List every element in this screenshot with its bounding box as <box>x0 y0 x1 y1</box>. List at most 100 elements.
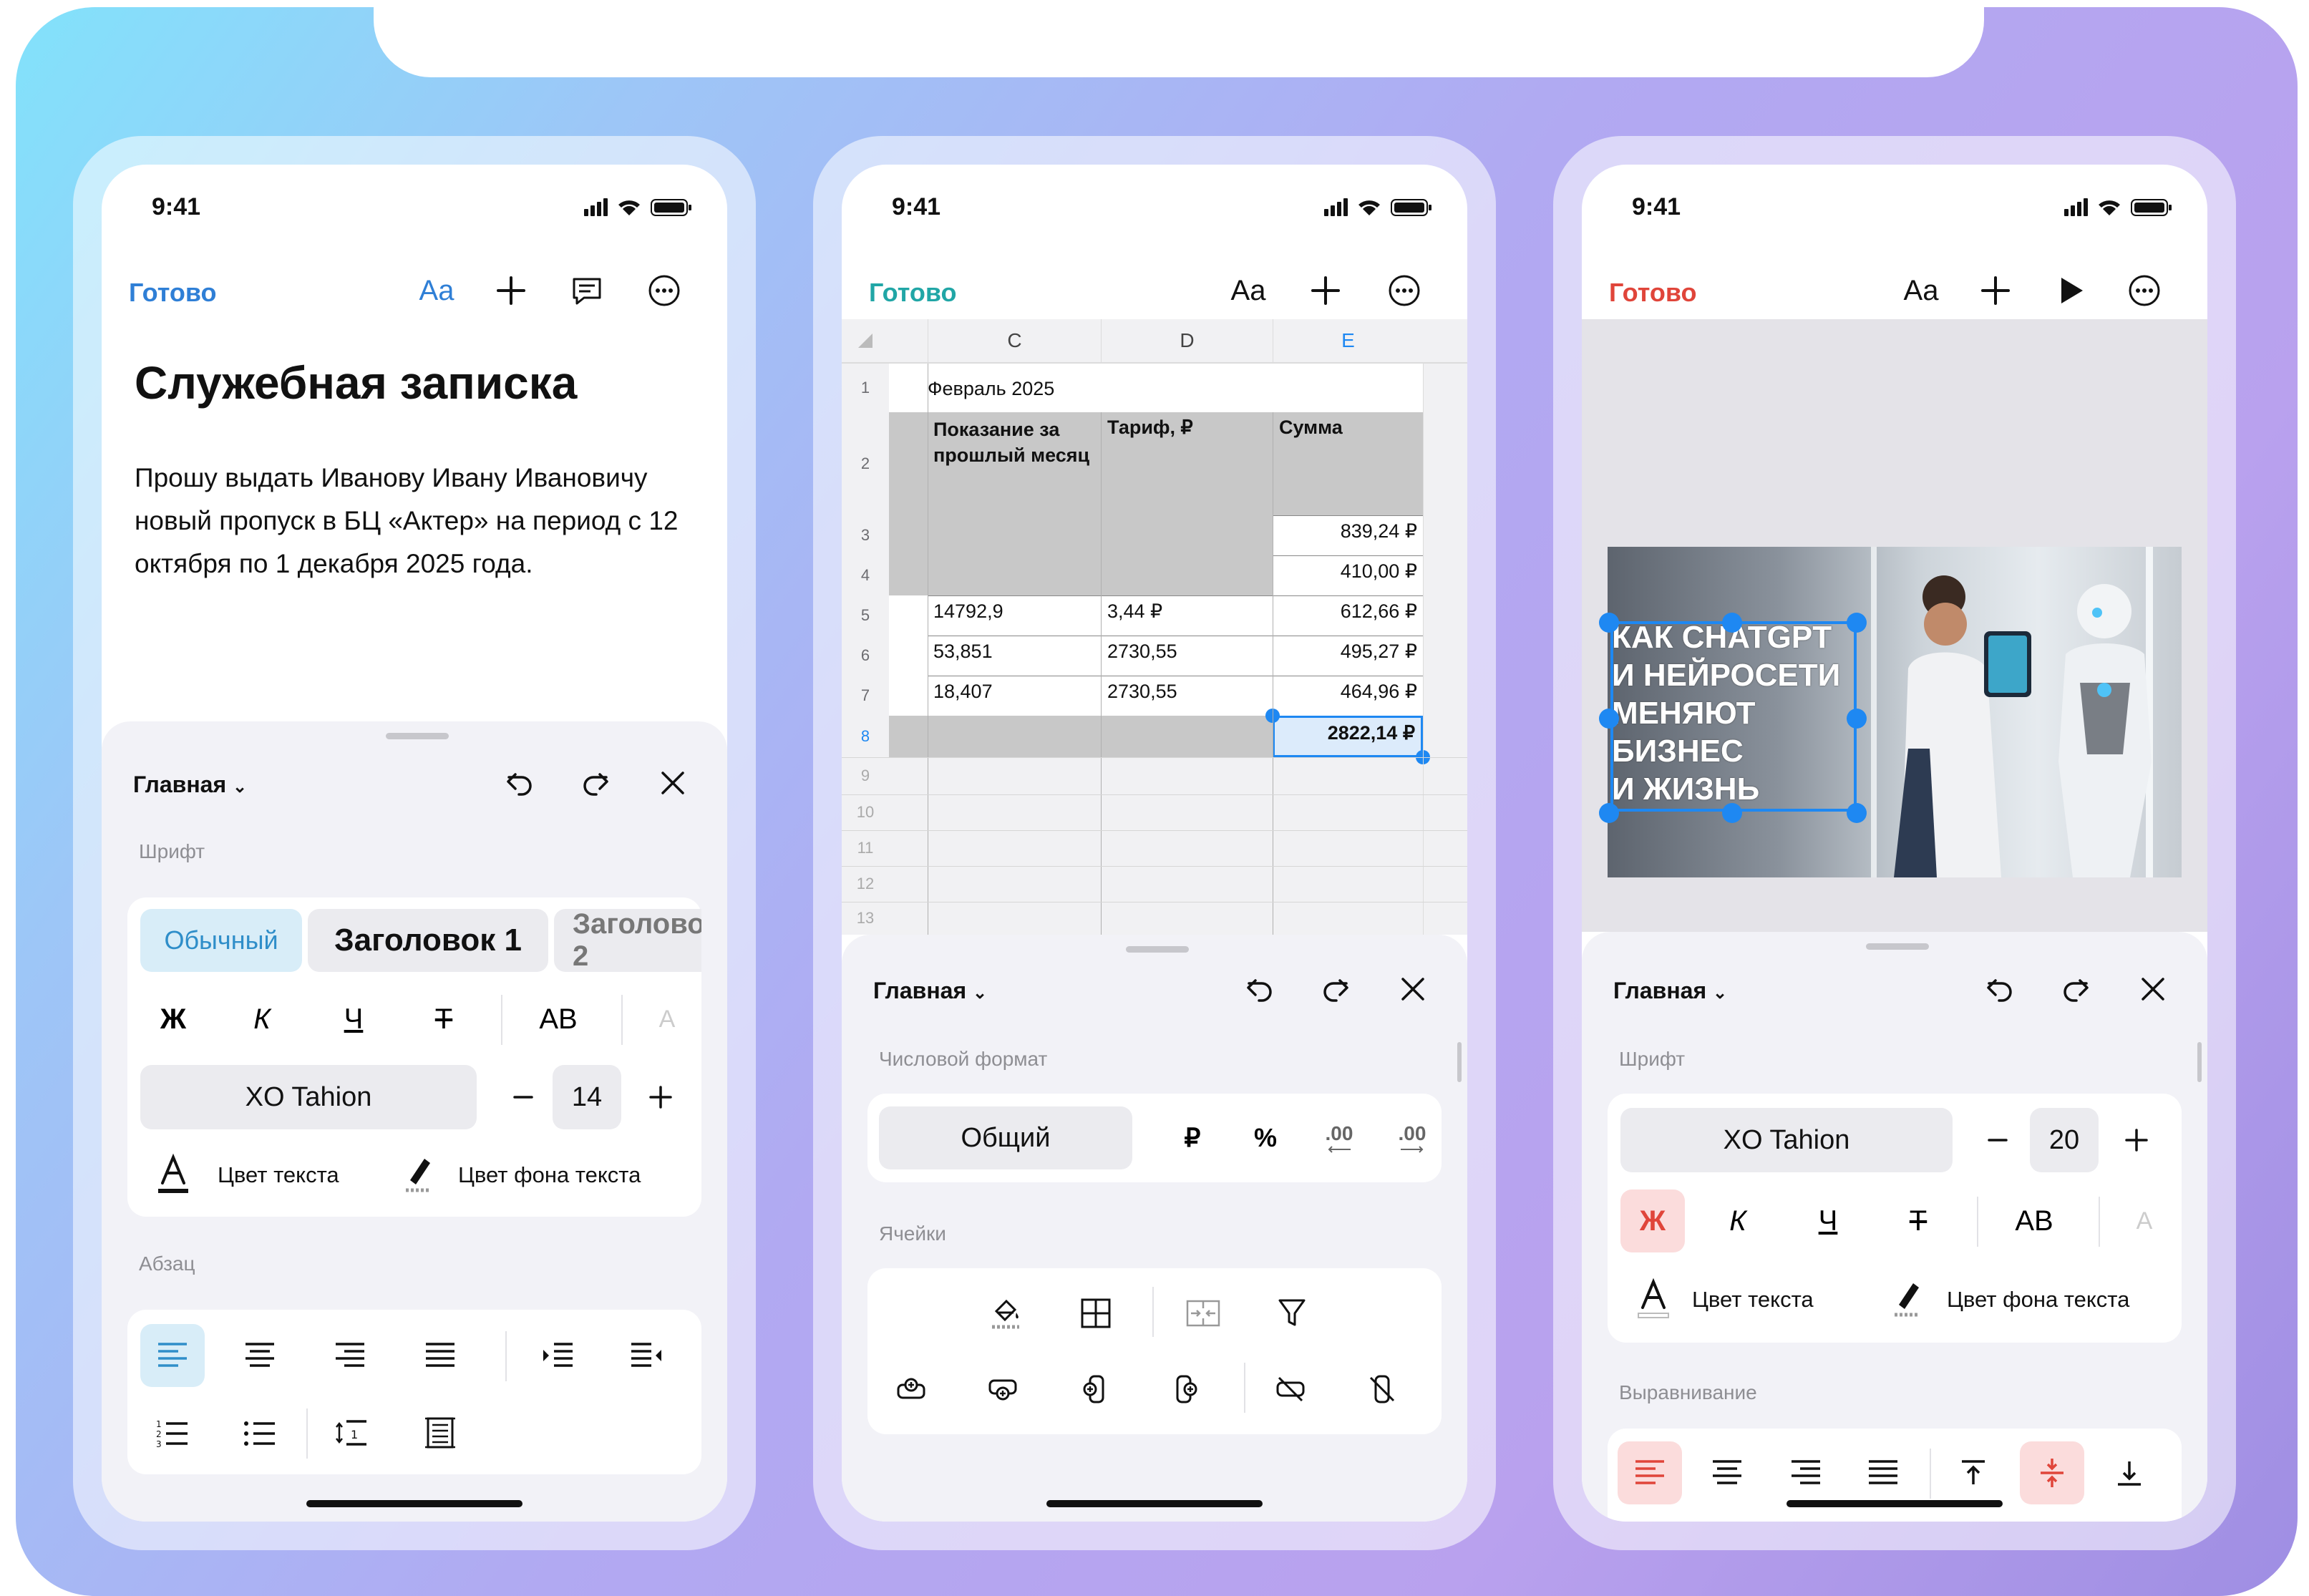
justify-icon[interactable] <box>1851 1441 1915 1504</box>
corner-cell[interactable] <box>842 319 889 362</box>
sheet-title-cell[interactable]: Февраль 2025 <box>922 374 1060 404</box>
cell-c7[interactable]: 18,407 <box>928 676 1101 716</box>
page-margins-icon[interactable] <box>408 1401 472 1464</box>
currency-button[interactable]: ₽ <box>1164 1111 1221 1165</box>
text-format-button[interactable]: Aa <box>414 268 460 313</box>
bold-button-active[interactable]: Ж <box>1620 1189 1685 1252</box>
row-header[interactable]: 7 <box>842 676 889 716</box>
comment-icon[interactable] <box>564 268 610 313</box>
underline-button[interactable]: Ч <box>1799 1189 1857 1252</box>
font-name-field[interactable]: XO Tahion <box>140 1065 477 1129</box>
bg-color-label[interactable]: Цвет фона текста <box>458 1162 641 1188</box>
column-header-selected[interactable]: E <box>1273 319 1423 362</box>
done-button[interactable]: Готово <box>129 278 217 308</box>
done-button[interactable]: Готово <box>1609 278 1697 308</box>
text-format-button[interactable]: Aa <box>1225 268 1271 313</box>
add-icon[interactable] <box>1303 268 1348 313</box>
close-icon[interactable] <box>1390 966 1436 1012</box>
scrollbar[interactable] <box>2197 1042 2202 1082</box>
plus-icon[interactable] <box>636 1072 686 1122</box>
align-center-icon[interactable] <box>228 1324 292 1387</box>
font-size-field[interactable]: 14 <box>553 1065 621 1129</box>
more-icon[interactable] <box>1381 268 1427 313</box>
more-format-icon[interactable]: A <box>646 991 689 1048</box>
delete-column-icon[interactable] <box>1351 1358 1413 1420</box>
redo-icon[interactable] <box>573 760 618 806</box>
cell-c6[interactable]: 53,851 <box>928 636 1101 676</box>
cell-e6[interactable]: 495,27 ₽ <box>1273 636 1423 676</box>
underline-button[interactable]: Ч <box>325 991 382 1048</box>
more-icon[interactable] <box>2121 268 2167 313</box>
minus-icon[interactable] <box>498 1072 548 1122</box>
cell-d5[interactable]: 3,44 ₽ <box>1101 595 1273 636</box>
row-header[interactable]: 2 <box>842 412 889 515</box>
resize-handle[interactable] <box>1722 803 1742 823</box>
row-header[interactable]: 12 <box>842 866 889 902</box>
text-box-selection[interactable] <box>1610 621 1857 812</box>
header-cell[interactable]: Сумма <box>1273 412 1423 443</box>
undo-icon[interactable] <box>497 760 543 806</box>
text-color-icon[interactable] <box>1632 1273 1675 1325</box>
align-top-icon[interactable] <box>1941 1441 2006 1504</box>
merge-cells-icon[interactable] <box>1172 1283 1234 1344</box>
cell-d6[interactable]: 2730,55 <box>1101 636 1273 676</box>
minus-icon[interactable] <box>1973 1115 2023 1165</box>
tab-selector[interactable]: Главная ⌄ <box>1613 978 1727 1004</box>
add-icon[interactable] <box>1973 268 2018 313</box>
row-header[interactable]: 1 <box>842 364 889 412</box>
align-right-icon[interactable] <box>318 1324 382 1387</box>
add-icon[interactable] <box>488 268 534 313</box>
number-format-dropdown[interactable]: Общий <box>879 1106 1132 1169</box>
resize-handle[interactable] <box>1847 613 1867 633</box>
caps-button[interactable]: АВ <box>522 991 594 1048</box>
increase-decimals-button[interactable]: .00 <box>1380 1111 1444 1165</box>
sheet-grabber[interactable] <box>386 733 449 739</box>
column-header[interactable]: C <box>928 319 1101 362</box>
more-format-icon[interactable]: A <box>2123 1189 2166 1252</box>
style-heading-1[interactable]: Заголовок 1 <box>308 909 548 972</box>
insert-row-below-icon[interactable] <box>972 1358 1034 1420</box>
highlighter-icon[interactable] <box>1885 1273 1928 1325</box>
cell-e3[interactable]: 839,24 ₽ <box>1273 515 1423 555</box>
cell-c5[interactable]: 14792,9 <box>928 595 1101 636</box>
doc-title[interactable]: Служебная записка <box>135 356 577 409</box>
sheet-grabber[interactable] <box>1126 946 1189 953</box>
bg-color-label[interactable]: Цвет фона текста <box>1947 1287 2129 1313</box>
italic-button[interactable]: К <box>1709 1189 1766 1252</box>
text-color-label[interactable]: Цвет текста <box>218 1162 339 1188</box>
plus-icon[interactable] <box>2111 1115 2162 1165</box>
row-header-selected[interactable]: 8 <box>842 716 889 757</box>
resize-handle[interactable] <box>1599 803 1619 823</box>
align-left-icon[interactable] <box>1618 1441 1682 1504</box>
row-header[interactable]: 13 <box>842 902 889 935</box>
row-header[interactable]: 4 <box>842 555 889 595</box>
borders-icon[interactable] <box>1065 1283 1127 1344</box>
line-spacing-icon[interactable]: 1 <box>319 1401 384 1464</box>
slide-canvas[interactable]: КАК CHATGPT И НЕЙРОСЕТИ МЕНЯЮТ БИЗНЕС И … <box>1582 319 2207 932</box>
align-bottom-icon[interactable] <box>2097 1441 2162 1504</box>
cell-e7[interactable]: 464,96 ₽ <box>1273 676 1423 716</box>
tab-selector[interactable]: Главная ⌄ <box>133 772 247 798</box>
font-size-field[interactable]: 20 <box>2030 1108 2099 1172</box>
align-center-icon[interactable] <box>1695 1441 1759 1504</box>
decrease-decimals-button[interactable]: .00 <box>1307 1111 1371 1165</box>
row-header[interactable]: 3 <box>842 515 889 555</box>
italic-button[interactable]: К <box>233 991 291 1048</box>
cell-d7[interactable]: 2730,55 <box>1101 676 1273 716</box>
selected-cell-e8[interactable]: 2822,14 ₽ <box>1273 716 1423 757</box>
play-icon[interactable] <box>2048 268 2094 313</box>
text-color-icon[interactable] <box>152 1148 195 1201</box>
strikethrough-button[interactable]: Т <box>1890 1189 1947 1252</box>
more-icon[interactable] <box>641 268 687 313</box>
undo-icon[interactable] <box>1977 966 2023 1012</box>
align-left-icon[interactable] <box>140 1324 205 1387</box>
style-normal[interactable]: Обычный <box>140 909 302 972</box>
font-name-field[interactable]: XO Tahion <box>1620 1108 1953 1172</box>
redo-icon[interactable] <box>1313 966 1358 1012</box>
fill-color-icon[interactable] <box>975 1283 1036 1344</box>
sheet-grabber[interactable] <box>1866 943 1929 950</box>
highlighter-icon[interactable] <box>397 1148 439 1201</box>
indent-increase-icon[interactable] <box>525 1324 590 1387</box>
numbered-list-icon[interactable]: 123 <box>140 1401 205 1464</box>
slide[interactable]: КАК CHATGPT И НЕЙРОСЕТИ МЕНЯЮТ БИЗНЕС И … <box>1608 547 2182 877</box>
